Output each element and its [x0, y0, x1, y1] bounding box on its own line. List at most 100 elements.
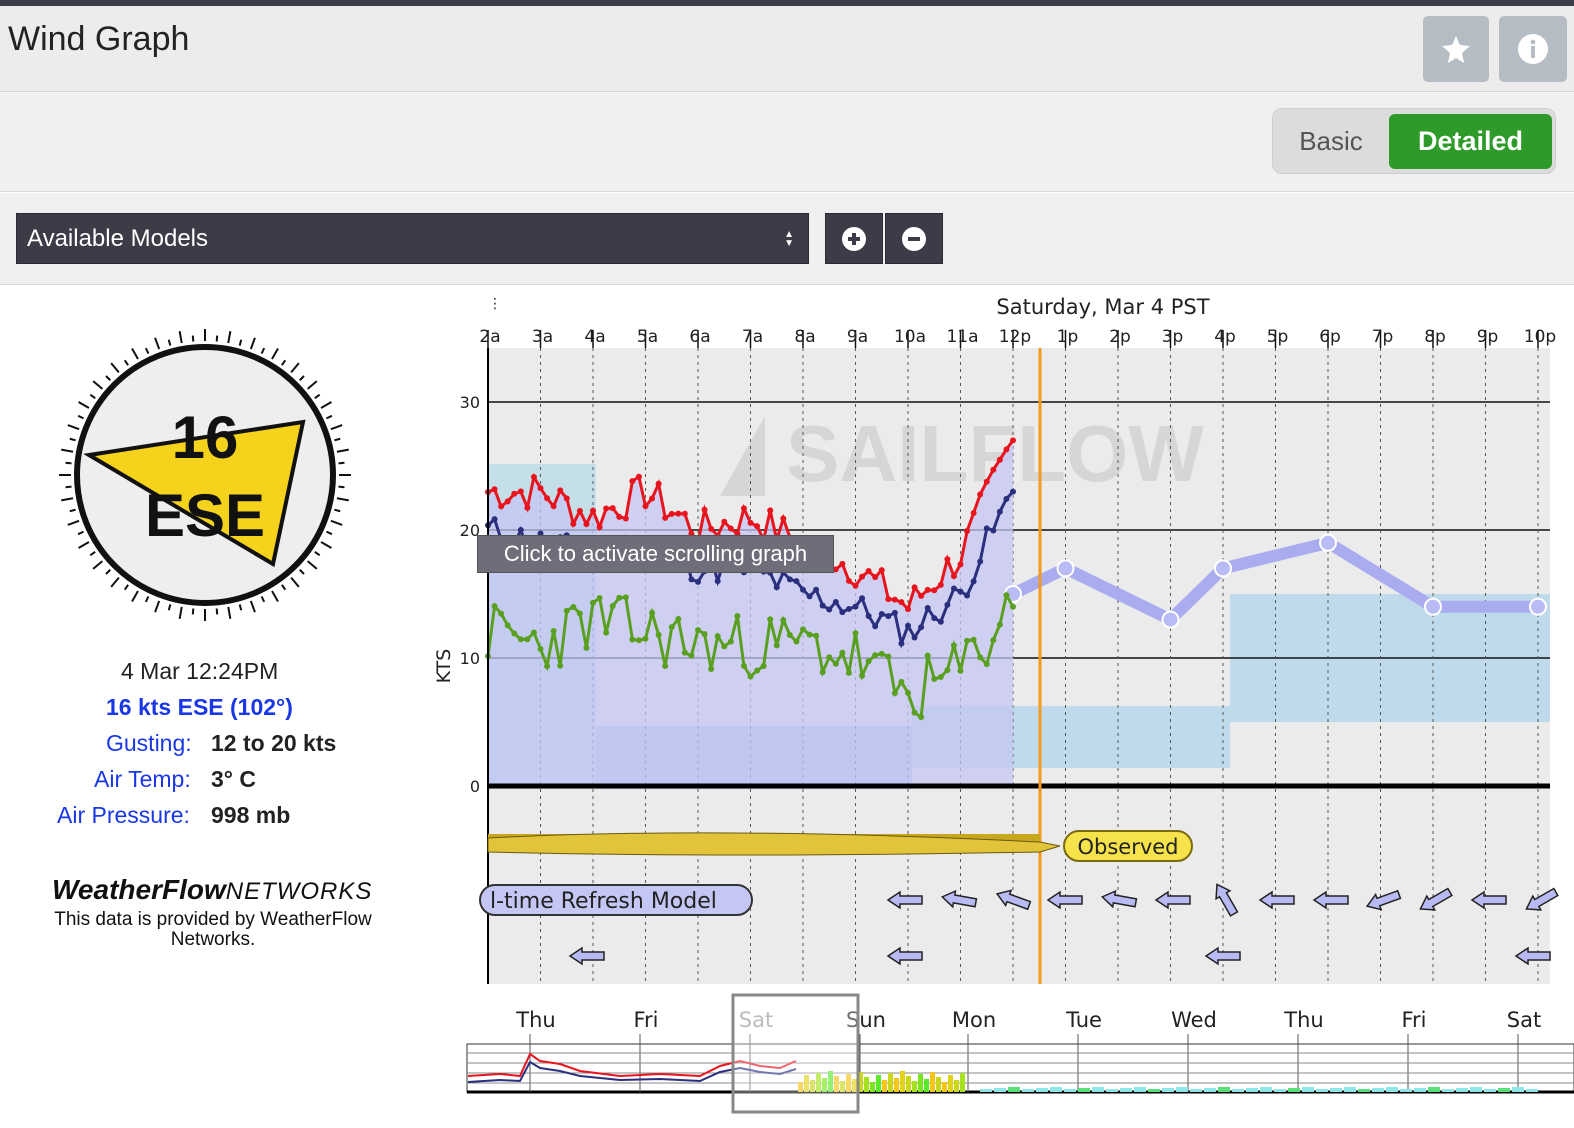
hour-tick-label: 8a	[794, 327, 815, 347]
wind-graph[interactable]: SAILFLOW 2a 3a 4a 5a 6a 7a 8a 9a 10a 11a 12p 1p 2p 3p…	[420, 286, 1574, 1128]
overview-forecast-bar	[1064, 1089, 1076, 1092]
avg-point	[806, 593, 813, 600]
lull-point	[603, 629, 610, 636]
lull-point	[498, 610, 505, 617]
avg-point	[714, 578, 721, 585]
select-arrows-icon: ▲ ▼	[784, 229, 794, 249]
lull-point	[616, 594, 623, 601]
air-pressure-label: Air Pressure:	[57, 802, 190, 828]
lull-point	[622, 594, 629, 601]
compass-tick	[320, 541, 332, 549]
compass-tick	[281, 584, 287, 591]
lull-point	[977, 654, 984, 661]
lull-point	[491, 603, 498, 610]
gust-point	[845, 577, 852, 584]
overview-forecast-bar	[876, 1075, 881, 1092]
wind-graph-canvas[interactable]: SAILFLOW 2a 3a 4a 5a 6a 7a 8a 9a 10a 11a 12p 1p 2p 3p…	[420, 286, 1574, 1128]
lull-point	[878, 650, 885, 657]
compass-tick	[336, 448, 349, 453]
lull-point	[576, 610, 583, 617]
lull-point	[524, 636, 531, 643]
gust-point	[524, 504, 531, 511]
compass-tick	[65, 461, 72, 465]
gust-point	[852, 582, 859, 589]
overview-day-label: Thu	[1283, 1008, 1323, 1032]
compass-tick	[290, 577, 300, 588]
lull-point	[649, 609, 656, 616]
overview-forecast-bar	[888, 1073, 893, 1092]
overview-forecast-bar	[1106, 1089, 1118, 1092]
lull-point	[793, 638, 800, 645]
overview-forecast-bar	[948, 1075, 953, 1092]
lull-point	[839, 649, 846, 656]
reading-timestamp: 4 Mar 12:24PM	[121, 658, 279, 684]
gust-point	[576, 507, 583, 514]
overview-forecast-bar	[1218, 1087, 1230, 1092]
gust-point	[996, 456, 1003, 463]
zoom-out-button[interactable]	[885, 213, 943, 264]
lull-point	[530, 629, 537, 636]
avg-point	[964, 592, 971, 599]
overview-forecast-bar	[918, 1074, 923, 1092]
lull-point	[517, 636, 524, 643]
gust-point	[530, 474, 537, 481]
lull-point	[865, 658, 872, 665]
y-tick-label: 30	[460, 393, 480, 412]
lull-point	[786, 631, 793, 638]
compass-tick	[326, 530, 333, 536]
gust-point	[931, 587, 938, 594]
basic-view-button[interactable]: Basic	[1273, 109, 1389, 173]
air-pressure-value: 998 mb	[211, 802, 291, 828]
overview-forecast-bar	[1316, 1089, 1328, 1092]
graph-scroll-handle-icon[interactable]: ⋮	[488, 296, 502, 312]
compass-tick	[336, 497, 349, 502]
lull-point	[754, 667, 761, 674]
gust-point	[603, 505, 610, 512]
avg-point	[852, 603, 859, 610]
weatherflow-logo[interactable]: WeatherFlowNETWORKS	[52, 874, 372, 906]
lull-point	[990, 637, 997, 644]
compass-tick	[191, 335, 195, 342]
gust-point	[504, 498, 511, 505]
avg-point	[983, 525, 990, 532]
overview-forecast-bar	[942, 1082, 947, 1092]
compass-tick	[167, 604, 172, 611]
avg-point	[944, 601, 951, 608]
hour-tick-label: 9p	[1477, 327, 1499, 347]
wind-compass: 16 ESE	[59, 329, 351, 621]
compass-tick	[191, 608, 195, 615]
y-tick-label: 10	[460, 649, 480, 668]
lull-point	[537, 645, 544, 652]
gust-point	[747, 519, 754, 526]
compass-tick	[92, 380, 103, 390]
detailed-view-button[interactable]: Detailed	[1389, 114, 1552, 169]
lull-point	[957, 667, 964, 674]
info-button[interactable]	[1499, 16, 1567, 82]
lull-point	[504, 622, 511, 629]
avg-point	[885, 613, 892, 620]
gusting-label: Gusting:	[106, 730, 192, 756]
gust-point	[905, 606, 911, 613]
zoom-in-button[interactable]	[825, 213, 883, 264]
gust-point	[616, 513, 623, 520]
compass-tick	[61, 448, 74, 453]
avg-point	[1003, 495, 1010, 502]
compass-tick	[69, 508, 76, 513]
gust-point	[872, 574, 879, 581]
gust-point	[911, 584, 918, 591]
compass-tick	[334, 508, 341, 513]
avg-point	[786, 576, 793, 583]
overview-forecast-bar	[1260, 1087, 1272, 1092]
models-select[interactable]: Available Models ▲ ▼	[16, 213, 809, 264]
gust-point	[767, 507, 774, 514]
compass-tick	[167, 339, 172, 346]
lull-point	[767, 616, 774, 623]
forecast-point	[1319, 533, 1337, 552]
favorite-button[interactable]	[1423, 16, 1489, 82]
compass-tick	[271, 348, 279, 360]
overview-viewport-selector[interactable]	[731, 993, 860, 1114]
lull-point	[773, 642, 780, 649]
hour-tick-label: 9a	[847, 327, 868, 347]
avg-point	[859, 595, 866, 602]
y-axis-label: KTS	[433, 649, 455, 684]
